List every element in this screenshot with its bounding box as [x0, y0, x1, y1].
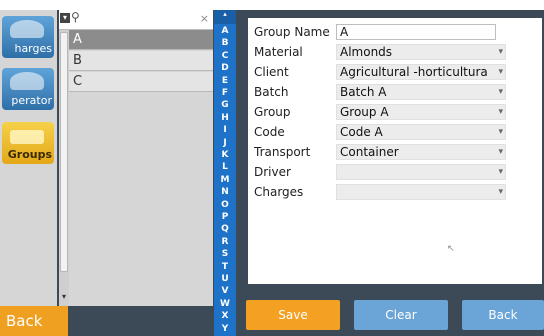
- alphabet-index-letter[interactable]: L: [214, 162, 236, 172]
- alphabet-index-letter[interactable]: J: [214, 138, 236, 148]
- group-name-field[interactable]: A: [336, 24, 496, 40]
- transport-select[interactable]: Container ▾: [336, 144, 506, 160]
- driver-select[interactable]: ▾: [336, 164, 506, 180]
- chevron-down-icon: ▾: [498, 167, 503, 177]
- alphabet-index-letter[interactable]: B: [214, 38, 236, 48]
- alphabet-index-letter[interactable]: S: [214, 249, 236, 259]
- driver-label: Driver: [254, 165, 291, 179]
- scrollbar-thumb[interactable]: [60, 32, 68, 272]
- alphabet-index-letter[interactable]: X: [214, 311, 236, 321]
- nav-groups-label: Groups: [7, 148, 52, 161]
- client-label: Client: [254, 65, 289, 79]
- chevron-down-icon: ▾: [498, 187, 503, 197]
- alphabet-index-letter[interactable]: I: [214, 125, 236, 135]
- code-label: Code: [254, 125, 285, 139]
- material-value: Almonds: [340, 45, 393, 59]
- nav-back-button[interactable]: Back: [0, 306, 68, 336]
- charges-select[interactable]: ▾: [336, 184, 506, 200]
- folder-icon: [10, 130, 44, 144]
- search-bar[interactable]: ▾ ⚲ ×: [59, 10, 213, 30]
- back-button[interactable]: Back: [462, 300, 544, 330]
- alphabet-index-letter[interactable]: A: [214, 26, 236, 36]
- alphabet-index-letter[interactable]: C: [214, 51, 236, 61]
- alphabet-index-letter[interactable]: G: [214, 100, 236, 110]
- truck-icon: [10, 20, 44, 38]
- alphabet-index-letter[interactable]: M: [214, 175, 236, 185]
- chevron-down-icon: ▾: [498, 127, 503, 137]
- group-select[interactable]: Group A ▾: [336, 104, 506, 120]
- clear-search-icon[interactable]: ×: [200, 12, 209, 25]
- alphabet-index-letter[interactable]: P: [214, 212, 236, 222]
- material-select[interactable]: Almonds ▾: [336, 44, 506, 60]
- nav-operator-button[interactable]: perator: [2, 68, 54, 110]
- group-list-panel: ▾ ⚲ × ▾ A B C: [59, 10, 213, 306]
- nav-charges-label: harges: [14, 42, 52, 55]
- group-label: Group: [254, 105, 291, 119]
- search-icon: ⚲: [71, 10, 80, 24]
- alphabet-index-letter[interactable]: E: [214, 76, 236, 86]
- operator-icon: [10, 72, 44, 90]
- alphabet-index-letter[interactable]: H: [214, 113, 236, 123]
- nav-charges-button[interactable]: harges: [2, 16, 54, 58]
- list-scrollbar[interactable]: ▾: [59, 30, 69, 306]
- alphabet-index-letter[interactable]: W: [214, 299, 236, 309]
- chevron-down-icon: ▾: [498, 107, 503, 117]
- alphabet-index-letter[interactable]: V: [214, 286, 236, 296]
- list-item[interactable]: C: [69, 72, 213, 92]
- client-select[interactable]: Agricultural -horticultura ▾: [336, 64, 506, 80]
- group-detail-form: Group Name A Material Almonds ▾ Client A…: [248, 18, 542, 284]
- top-bar: [0, 0, 544, 10]
- chevron-down-icon: ▾: [498, 147, 503, 157]
- alphabet-index-letter[interactable]: O: [214, 200, 236, 210]
- batch-value: Batch A: [340, 85, 387, 99]
- nav-groups-button[interactable]: Groups: [2, 122, 54, 164]
- scroll-down-icon[interactable]: ▾: [60, 292, 68, 302]
- menu-dropdown-icon[interactable]: ▾: [60, 13, 70, 23]
- mouse-cursor-icon: ↖: [447, 244, 455, 254]
- code-value: Code A: [340, 125, 383, 139]
- group-value: Group A: [340, 105, 389, 119]
- chevron-down-icon: ▾: [498, 47, 503, 57]
- clear-button[interactable]: Clear: [354, 300, 448, 330]
- nav-operator-label: perator: [11, 94, 52, 107]
- alphabet-index-letter[interactable]: Q: [214, 224, 236, 234]
- alphabet-index-letter[interactable]: N: [214, 187, 236, 197]
- batch-label: Batch: [254, 85, 289, 99]
- client-value: Agricultural -horticultura: [340, 65, 488, 79]
- list-item[interactable]: B: [69, 51, 213, 71]
- index-top-icon: ▴: [214, 10, 236, 24]
- save-button[interactable]: Save: [246, 300, 340, 330]
- charges-label: Charges: [254, 185, 304, 199]
- code-select[interactable]: Code A ▾: [336, 124, 506, 140]
- group-name-label: Group Name: [254, 25, 330, 39]
- alphabet-index[interactable]: ▴ ABCDEFGHIJKLMNOPQRSTUVWXY: [214, 10, 236, 336]
- alphabet-index-letter[interactable]: K: [214, 150, 236, 160]
- alphabet-index-letter[interactable]: Y: [214, 324, 236, 334]
- batch-select[interactable]: Batch A ▾: [336, 84, 506, 100]
- chevron-down-icon: ▾: [498, 87, 503, 97]
- list-item[interactable]: A: [69, 30, 213, 50]
- alphabet-index-letter[interactable]: R: [214, 237, 236, 247]
- side-nav: harges perator Groups: [0, 10, 57, 336]
- transport-value: Container: [340, 145, 399, 159]
- alphabet-index-letter[interactable]: U: [214, 274, 236, 284]
- alphabet-index-letter[interactable]: T: [214, 262, 236, 272]
- chevron-down-icon: ▾: [498, 67, 503, 77]
- alphabet-index-letter[interactable]: F: [214, 88, 236, 98]
- alphabet-index-letter[interactable]: D: [214, 63, 236, 73]
- material-label: Material: [254, 45, 303, 59]
- transport-label: Transport: [254, 145, 311, 159]
